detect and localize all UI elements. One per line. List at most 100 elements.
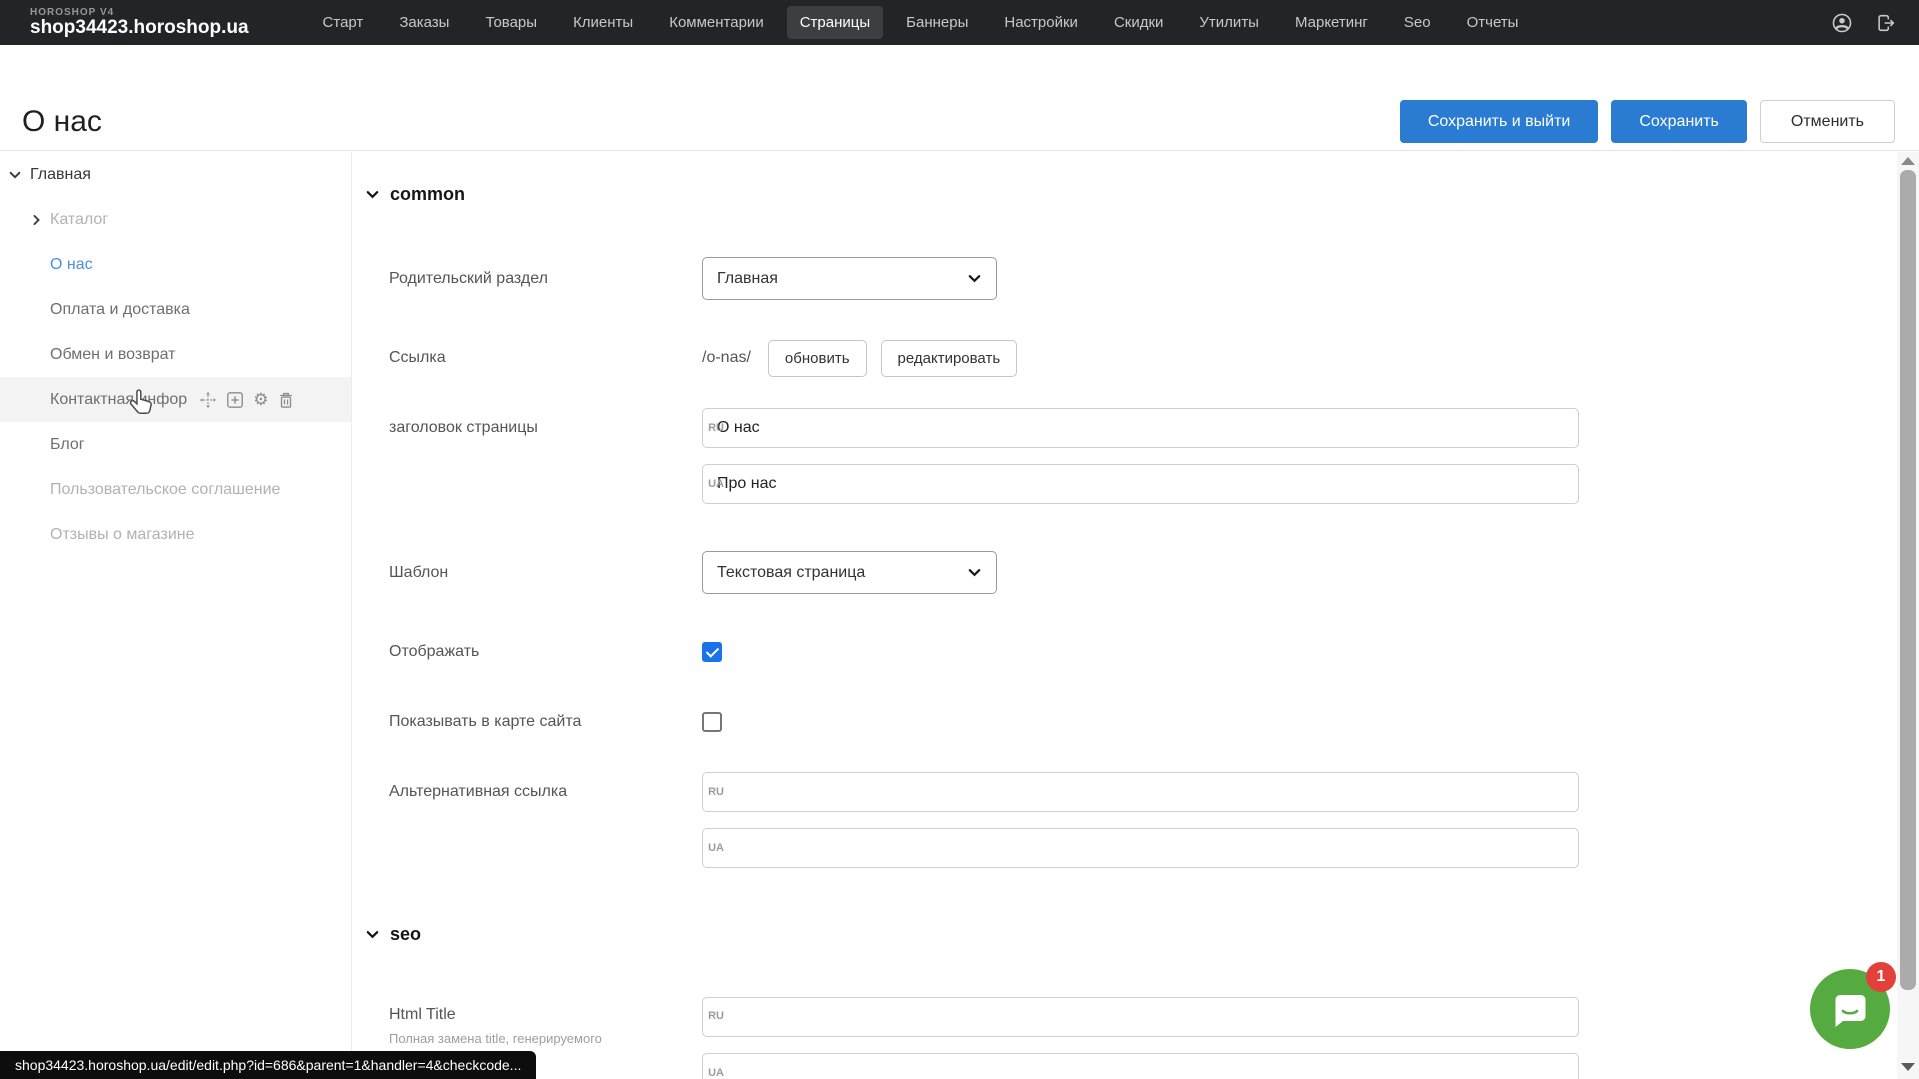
alt-link-ru-row: Альтернативная ссылка RU [389, 772, 1897, 812]
chevron-down-icon [967, 565, 982, 580]
parent-section-select[interactable]: Главная [702, 257, 997, 300]
html-title-label: Html Title [389, 1006, 702, 1024]
nav-item-clients[interactable]: Клиенты [560, 6, 646, 39]
nav-item-reports[interactable]: Отчеты [1454, 6, 1532, 39]
chevron-down-icon[interactable] [8, 168, 22, 182]
sitemap-label: Показывать в карте сайта [389, 713, 702, 731]
tree-item-label: Оплата и доставка [50, 301, 190, 319]
tree-item-blog[interactable]: Блог [0, 422, 351, 467]
nav-item-discounts[interactable]: Скидки [1101, 6, 1176, 39]
nav-item-orders[interactable]: Заказы [386, 6, 462, 39]
status-url-bar: shop34423.horoshop.ua/edit/edit.php?id=6… [0, 1051, 536, 1079]
link-path: /o-nas/ [702, 349, 751, 367]
display-label: Отображать [389, 643, 702, 661]
page-tree-sidebar: Главная Каталог О нас Оплата и доставка … [0, 152, 352, 1079]
page-title-ru-input[interactable] [702, 408, 1579, 448]
nav-item-pages[interactable]: Страницы [787, 6, 883, 39]
html-title-ua-row: UA [389, 1053, 1897, 1079]
page-title: О нас [22, 105, 102, 139]
template-label: Шаблон [389, 564, 702, 582]
html-title-ru-input[interactable] [702, 997, 1579, 1037]
add-icon[interactable] [226, 391, 244, 409]
nav-item-marketing[interactable]: Маркетинг [1282, 6, 1381, 39]
lang-tag-ua: UA [696, 478, 724, 490]
link-edit-button[interactable]: редактировать [881, 340, 1018, 377]
logo[interactable]: HOROSHOP V4 shop34423.horoshop.ua [30, 7, 249, 39]
parent-section-label: Родительский раздел [389, 270, 702, 288]
tree-item-label: Обмен и возврат [50, 346, 175, 364]
tree-item-actions: ⚙ [199, 391, 295, 409]
lang-tag-ua: UA [696, 1067, 724, 1079]
vertical-scrollbar[interactable] [1897, 152, 1919, 1079]
tree-item-user-agreement[interactable]: Пользовательское соглашение [0, 467, 351, 512]
tree-item-main[interactable]: Главная [0, 152, 351, 197]
html-title-ru-row: Html Title Полная замена title, генериру… [389, 997, 1897, 1037]
tree-item-store-reviews[interactable]: Отзывы о магазине [0, 512, 351, 557]
sitemap-checkbox[interactable] [702, 712, 722, 732]
tree-item-about[interactable]: О нас [0, 242, 351, 287]
chat-bubble-icon [1827, 986, 1873, 1032]
link-label: Ссылка [389, 349, 702, 367]
section-label: seo [390, 924, 421, 945]
html-title-ua-input[interactable] [702, 1053, 1579, 1079]
scroll-up-arrow[interactable] [1901, 157, 1915, 165]
move-icon[interactable] [199, 391, 217, 409]
nav-item-seo[interactable]: Seo [1391, 6, 1444, 39]
tree-item-catalog[interactable]: Каталог [0, 197, 351, 242]
select-value: Главная [717, 270, 967, 288]
chevron-down-icon [365, 927, 380, 942]
chevron-right-icon[interactable] [30, 213, 43, 226]
alt-link-label: Альтернативная ссылка [389, 783, 702, 801]
html-title-hint: Полная замена title, генерируемого [389, 1031, 702, 1046]
sitemap-row: Показывать в карте сайта [389, 702, 1897, 742]
section-seo[interactable]: seo [365, 924, 421, 945]
chat-notification-badge: 1 [1866, 962, 1896, 992]
section-label: common [390, 184, 465, 205]
app-root: HOROSHOP V4 shop34423.horoshop.ua Старт … [0, 0, 1919, 1079]
nav-item-utilities[interactable]: Утилиты [1186, 6, 1272, 39]
template-select[interactable]: Текстовая страница [702, 551, 997, 594]
tree-item-label: Отзывы о магазине [50, 526, 195, 544]
header-actions: Сохранить и выйти Сохранить Отменить [1400, 100, 1895, 143]
nav-item-start[interactable]: Старт [310, 6, 377, 39]
logo-domain: shop34423.horoshop.ua [30, 18, 249, 39]
top-navigation: HOROSHOP V4 shop34423.horoshop.ua Старт … [0, 0, 1919, 45]
account-icon[interactable] [1831, 12, 1853, 34]
save-and-exit-button[interactable]: Сохранить и выйти [1400, 100, 1599, 143]
page-title-label: заголовок страницы [389, 419, 702, 437]
chevron-down-icon [365, 187, 380, 202]
lang-tag-ru: RU [696, 422, 724, 434]
scrollbar-thumb[interactable] [1900, 170, 1916, 990]
tree-item-payment-delivery[interactable]: Оплата и доставка [0, 287, 351, 332]
alt-link-ua-input[interactable] [702, 828, 1579, 868]
alt-link-ru-input[interactable] [702, 772, 1579, 812]
tree-item-label: Каталог [50, 211, 108, 229]
chat-widget: 1 [1810, 969, 1890, 1049]
link-update-button[interactable]: обновить [768, 340, 867, 377]
nav-item-banners[interactable]: Баннеры [893, 6, 981, 39]
tree-item-label: Главная [30, 166, 91, 184]
page-title-ua-input[interactable] [702, 464, 1579, 504]
lang-tag-ru: RU [696, 786, 724, 798]
cancel-button[interactable]: Отменить [1760, 100, 1895, 143]
html-title-label-block: Html Title Полная замена title, генериру… [389, 997, 702, 1046]
section-common[interactable]: common [365, 184, 465, 205]
chevron-down-icon [967, 271, 982, 286]
nav-item-settings[interactable]: Настройки [991, 6, 1091, 39]
page-title-ua-row: UA [389, 464, 1897, 504]
trash-icon[interactable] [277, 391, 295, 409]
logout-icon[interactable] [1875, 12, 1897, 34]
nav-menu: Старт Заказы Товары Клиенты Комментарии … [305, 6, 1537, 39]
alt-link-ua-row: UA [389, 828, 1897, 868]
tree-item-exchange-return[interactable]: Обмен и возврат [0, 332, 351, 377]
nav-right-icons [1831, 12, 1897, 34]
logo-version: HOROSHOP V4 [30, 7, 249, 18]
save-button[interactable]: Сохранить [1611, 100, 1747, 143]
tree-item-contact-info[interactable]: Контактная инфор ⚙ [0, 377, 351, 422]
display-checkbox[interactable] [702, 642, 722, 662]
parent-section-row: Родительский раздел Главная [389, 257, 1897, 300]
scroll-down-arrow[interactable] [1901, 1063, 1915, 1071]
gear-icon[interactable]: ⚙ [253, 391, 268, 409]
nav-item-products[interactable]: Товары [472, 6, 550, 39]
nav-item-comments[interactable]: Комментарии [656, 6, 776, 39]
